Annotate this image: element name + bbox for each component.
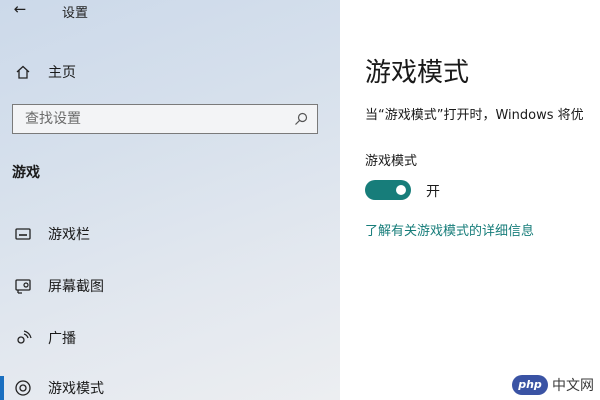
section-heading-gaming: 游戏 <box>12 165 40 181</box>
screen-capture-icon <box>12 275 34 297</box>
sidebar-item-broadcast[interactable]: 广播 <box>12 325 332 351</box>
watermark-text: 中文网 <box>552 378 594 394</box>
game-mode-icon <box>12 377 34 399</box>
game-bar-icon <box>12 223 34 245</box>
back-button[interactable]: ← <box>8 0 32 20</box>
app-title: 设置 <box>62 6 89 21</box>
search-icon[interactable] <box>293 111 309 127</box>
main-content: 游戏模式 当“游戏模式”打开时，Windows 将优 游戏模式 开 了解有关游戏… <box>340 0 600 400</box>
home-icon <box>14 63 32 81</box>
sidebar-item-label: 广播 <box>48 331 76 347</box>
sidebar-item-screen-capture[interactable]: 屏幕截图 <box>12 273 332 299</box>
sidebar-item-label: 屏幕截图 <box>48 279 104 295</box>
sidebar-item-label: 主页 <box>48 65 76 81</box>
game-mode-setting-label: 游戏模式 <box>365 154 418 169</box>
title-bar: ← 设置 <box>0 0 340 22</box>
search-input[interactable] <box>13 105 287 133</box>
sidebar-item-game-mode[interactable]: 游戏模式 <box>12 375 332 400</box>
toggle-knob <box>396 185 406 195</box>
search-box <box>12 104 318 134</box>
learn-more-link[interactable]: 了解有关游戏模式的详细信息 <box>365 220 534 239</box>
sidebar-item-label: 游戏模式 <box>48 381 104 397</box>
sidebar-item-game-bar[interactable]: 游戏栏 <box>12 221 332 247</box>
sidebar-item-label: 游戏栏 <box>48 227 90 243</box>
broadcast-icon <box>12 327 34 349</box>
back-arrow-icon: ← <box>13 0 27 18</box>
sidebar-item-home[interactable]: 主页 <box>14 60 314 84</box>
page-description: 当“游戏模式”打开时，Windows 将优 <box>365 108 584 123</box>
sidebar: ← 设置 主页 游戏 <box>0 0 340 400</box>
settings-window: ← 设置 主页 游戏 <box>0 0 600 400</box>
watermark: php 中文网 <box>512 374 594 396</box>
page-title: 游戏模式 <box>365 58 470 88</box>
game-mode-toggle[interactable] <box>365 180 411 200</box>
php-logo: php <box>512 375 548 395</box>
toggle-state-label: 开 <box>426 184 440 200</box>
selected-indicator <box>0 376 4 400</box>
